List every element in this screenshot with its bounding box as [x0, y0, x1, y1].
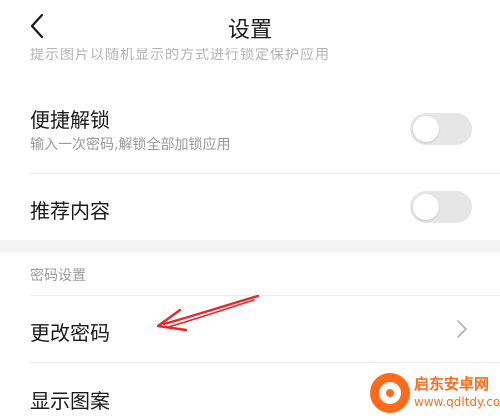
quick-unlock-toggle[interactable]	[410, 113, 472, 145]
change-password-title: 更改密码	[30, 321, 110, 345]
partial-description: 提示图片以随机显示的方式进行锁定保护应用	[30, 48, 330, 63]
watermark: 启东安卓网 www.qdltdy.com	[370, 371, 500, 415]
watermark-url: www.qdltdy.com	[414, 395, 500, 409]
top-bar: 设置	[0, 0, 500, 52]
chevron-right-icon	[457, 320, 467, 338]
page-title: 设置	[227, 18, 272, 43]
toggle-knob	[413, 194, 439, 220]
password-section-header: 密码设置	[30, 268, 86, 284]
watermark-name: 启东安卓网	[414, 375, 490, 393]
recommend-row: 推荐内容	[0, 174, 500, 240]
watermark-logo-icon	[370, 373, 410, 413]
toggle-knob	[413, 116, 439, 142]
recommend-title: 推荐内容	[30, 199, 110, 223]
recommend-toggle[interactable]	[410, 191, 472, 223]
show-pattern-title: 显示图案	[30, 389, 110, 413]
section-gap	[0, 240, 500, 252]
red-arrow-annotation	[156, 294, 260, 332]
quick-unlock-subtitle: 输入一次密码,解锁全部加锁应用	[30, 137, 231, 153]
quick-unlock-title: 便捷解锁	[30, 108, 110, 132]
quick-unlock-row: 便捷解锁 输入一次密码,解锁全部加锁应用	[0, 96, 500, 174]
